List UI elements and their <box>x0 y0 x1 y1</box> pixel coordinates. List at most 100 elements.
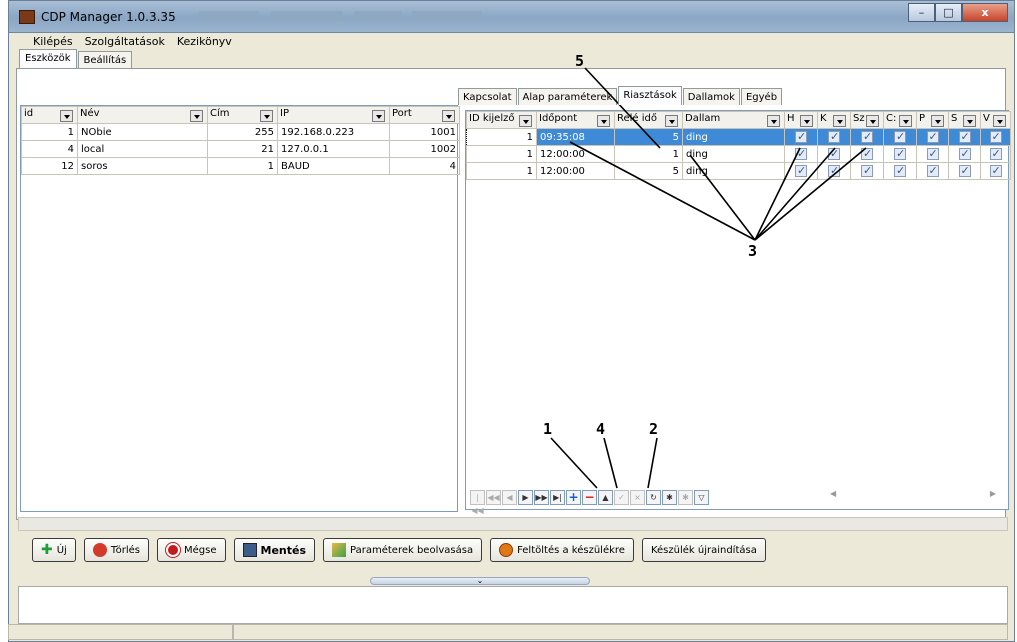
checkbox-p[interactable] <box>926 147 939 160</box>
col-header-h[interactable]: H <box>784 111 818 129</box>
col-header-nev[interactable]: Név <box>77 106 208 124</box>
first-page-icon[interactable]: |◀◀ <box>470 489 485 515</box>
menu-szolgaltatasok[interactable]: Szolgáltatások <box>85 34 165 50</box>
filter-dropdown-icon[interactable] <box>60 110 73 122</box>
checkbox-s[interactable] <box>958 147 971 160</box>
close-button[interactable]: x <box>962 3 1008 22</box>
tab-riasztasok[interactable]: Riasztások <box>618 86 682 105</box>
delete-button[interactable]: Törlés <box>83 538 150 562</box>
col-header-rele-ido[interactable]: Relé idő <box>614 111 683 129</box>
checkbox-p[interactable] <box>926 130 939 143</box>
tab-egyeb[interactable]: Egyéb <box>740 88 783 105</box>
col-header-v[interactable]: V <box>980 111 1011 129</box>
checkbox-p[interactable] <box>926 164 939 177</box>
col-header-id-kijelzo[interactable]: ID kijelző <box>466 111 537 129</box>
post-record-button[interactable]: ✓ <box>614 489 629 505</box>
edit-record-button[interactable]: ▲ <box>598 489 613 505</box>
add-record-button[interactable]: + <box>566 489 581 505</box>
filter-dropdown-icon[interactable] <box>442 110 455 122</box>
filter-dropdown-icon[interactable] <box>800 115 813 127</box>
filter-dropdown-icon[interactable] <box>866 115 879 127</box>
checkbox-sz[interactable] <box>861 164 873 177</box>
checkbox-k[interactable] <box>828 130 840 143</box>
checkbox-v[interactable] <box>989 164 1002 177</box>
goto-bookmark-icon[interactable]: ✱ <box>678 489 693 505</box>
filter-dropdown-icon[interactable] <box>963 115 976 127</box>
checkbox-sz[interactable] <box>861 147 873 160</box>
filter-dropdown-icon[interactable] <box>597 115 610 127</box>
bookmark-icon[interactable]: ✱ <box>662 489 677 505</box>
checkbox-h[interactable] <box>795 147 807 160</box>
checkbox-k[interactable] <box>828 147 840 160</box>
prev-record-icon[interactable]: ◀ <box>502 489 517 505</box>
tab-dallamok[interactable]: Dallamok <box>682 88 740 105</box>
cancel-button[interactable]: Mégse <box>157 538 226 562</box>
checkbox-h[interactable] <box>795 130 807 143</box>
filter-dropdown-icon[interactable] <box>899 115 912 127</box>
save-button[interactable]: Mentés <box>233 538 316 562</box>
col-header-cim[interactable]: Cím <box>207 106 278 124</box>
maximize-button[interactable]: □ <box>935 3 962 22</box>
menu-kilepes[interactable]: Kilépés <box>33 34 73 50</box>
table-row[interactable]: 1 12:00:00 1 ding <box>466 145 1011 163</box>
checkbox-v[interactable] <box>989 147 1002 160</box>
col-header-id[interactable]: id <box>21 106 78 124</box>
status-panel <box>8 624 233 640</box>
table-row[interactable]: 1 NObie 255 192.168.0.223 1001 <box>21 123 460 141</box>
last-page-icon[interactable]: ▶| <box>550 489 565 505</box>
checkbox-c[interactable] <box>894 147 906 160</box>
menu-kezikonyv[interactable]: Kezikönyv <box>177 34 232 50</box>
filter-dropdown-icon[interactable] <box>519 115 532 127</box>
prev-page-icon[interactable]: ◀◀ <box>486 489 501 505</box>
new-button[interactable]: ✚ Új <box>32 538 76 562</box>
checkbox-s[interactable] <box>958 164 971 177</box>
restart-device-button[interactable]: Készülék újraindítása <box>641 538 766 562</box>
upload-to-device-button[interactable]: Feltöltés a készülékre <box>490 538 634 562</box>
col-header-port[interactable]: Port <box>389 106 460 124</box>
col-header-dallam[interactable]: Dallam <box>682 111 785 129</box>
filter-dropdown-icon[interactable] <box>993 115 1006 127</box>
minimize-button[interactable]: – <box>908 3 935 22</box>
next-record-icon[interactable]: ▶ <box>518 489 533 505</box>
col-header-s[interactable]: S <box>948 111 981 129</box>
tab-alap-parameterek[interactable]: Alap paraméterek <box>517 88 618 105</box>
checkbox-v[interactable] <box>989 130 1002 143</box>
panel-splitter[interactable]: ⌄ <box>370 577 590 585</box>
horizontal-scrollbar[interactable]: ◀ ▶ <box>780 489 1000 503</box>
table-row-selected[interactable]: 1 09:35:08 5 ding <box>466 128 1011 146</box>
col-header-idopont[interactable]: Időpont <box>536 111 615 129</box>
filter-dropdown-icon[interactable] <box>931 115 944 127</box>
checkbox-c[interactable] <box>894 164 906 177</box>
cancel-edit-button[interactable]: × <box>630 489 645 505</box>
filter-dropdown-icon[interactable] <box>260 110 273 122</box>
col-header-ip[interactable]: IP <box>277 106 390 124</box>
filter-icon[interactable]: ▽ <box>694 489 709 505</box>
table-row[interactable]: 4 local 21 127.0.0.1 1002 <box>21 140 460 158</box>
col-header-sz[interactable]: Sz <box>850 111 884 129</box>
table-row[interactable]: 12 soros 1 BAUD 4 <box>21 157 460 175</box>
col-header-k[interactable]: K <box>817 111 851 129</box>
filter-dropdown-icon[interactable] <box>833 115 846 127</box>
col-header-p[interactable]: P <box>916 111 949 129</box>
next-page-icon[interactable]: ▶▶ <box>534 489 549 505</box>
read-parameters-button[interactable]: Paraméterek beolvasása <box>323 538 483 562</box>
scroll-left-icon[interactable]: ◀ <box>830 489 836 498</box>
checkbox-k[interactable] <box>828 164 840 177</box>
checkbox-s[interactable] <box>958 130 971 143</box>
checkbox-sz[interactable] <box>861 130 873 143</box>
tab-beallitas[interactable]: Beállítás <box>77 51 133 68</box>
tab-eszkozok[interactable]: Eszközök <box>19 49 77 68</box>
refresh-icon[interactable]: ↻ <box>646 489 661 505</box>
scroll-right-icon[interactable]: ▶ <box>990 489 996 498</box>
col-header-c[interactable]: C: <box>883 111 917 129</box>
checkbox-c[interactable] <box>894 130 906 143</box>
filter-dropdown-icon[interactable] <box>665 115 678 127</box>
checkbox-h[interactable] <box>795 164 807 177</box>
filter-dropdown-icon[interactable] <box>190 110 203 122</box>
filter-dropdown-icon[interactable] <box>372 110 385 122</box>
table-row[interactable]: 1 12:00:00 5 ding <box>466 162 1011 180</box>
filter-dropdown-icon[interactable] <box>767 115 780 127</box>
delete-record-button[interactable]: − <box>582 489 597 505</box>
tab-kapcsolat[interactable]: Kapcsolat <box>458 88 517 105</box>
title-bar[interactable]: CDP Manager 1.0.3.35 – □ x <box>9 1 1014 33</box>
